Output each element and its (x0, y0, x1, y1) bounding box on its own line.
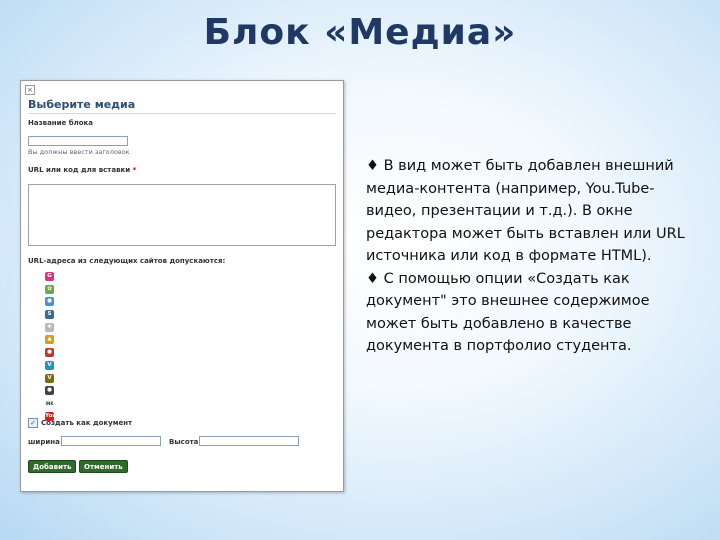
block-name-label: Название блока (28, 119, 94, 127)
slide-title: Блок «Медиа» (203, 12, 517, 53)
block-name-input[interactable] (28, 136, 128, 146)
create-document-label: Создать как документ (41, 419, 133, 427)
close-icon[interactable]: × (25, 85, 35, 95)
google-icon: ● (45, 297, 54, 307)
description: ♦ В вид может быть добавлен внешний меди… (366, 155, 701, 358)
width-label: ширина (28, 438, 60, 446)
android-icon: ▲ (45, 335, 54, 345)
wikimedia-icon: ✻ (45, 322, 54, 332)
block-name-hint: Вы должны ввести заголовок (28, 148, 130, 156)
slideshare-icon: S (45, 310, 54, 320)
cancel-button[interactable]: Отменить (79, 460, 128, 473)
description-paragraph-2: ♦ С помощью опции «Создать как документ"… (366, 270, 650, 355)
viddler-icon: V (45, 373, 54, 383)
media-dialog: × Выберите медиа Название блока Вы должн… (20, 80, 344, 492)
url-label: URL или код для вставки * (28, 166, 136, 174)
picasa-icon: ✿ (45, 284, 54, 294)
width-input[interactable] (61, 436, 161, 446)
height-input[interactable] (199, 436, 299, 446)
url-label-text: URL или код для вставки (28, 166, 131, 174)
add-button[interactable]: Добавить (28, 460, 77, 473)
url-code-textarea[interactable] (28, 184, 336, 246)
blip-icon: ● (45, 386, 54, 396)
vimeo-icon: V (45, 360, 54, 370)
description-paragraph-1: ♦ В вид может быть добавлен внешний меди… (366, 158, 685, 264)
allowed-sites-label: URL-адреса из следующих сайтов допускают… (28, 257, 226, 265)
height-label: Высота (169, 438, 199, 446)
required-mark: * (132, 166, 137, 174)
heading-divider (28, 113, 336, 114)
dialog-heading: Выберите медиа (28, 98, 136, 111)
flickr-icon: G (45, 272, 54, 281)
create-document-checkbox[interactable]: ✓ (28, 418, 38, 428)
allowed-sites-list: G✿●S✻▲●VV●INKYou (45, 272, 59, 424)
ink-icon: INK (45, 398, 54, 408)
apple-icon: ● (45, 348, 54, 358)
